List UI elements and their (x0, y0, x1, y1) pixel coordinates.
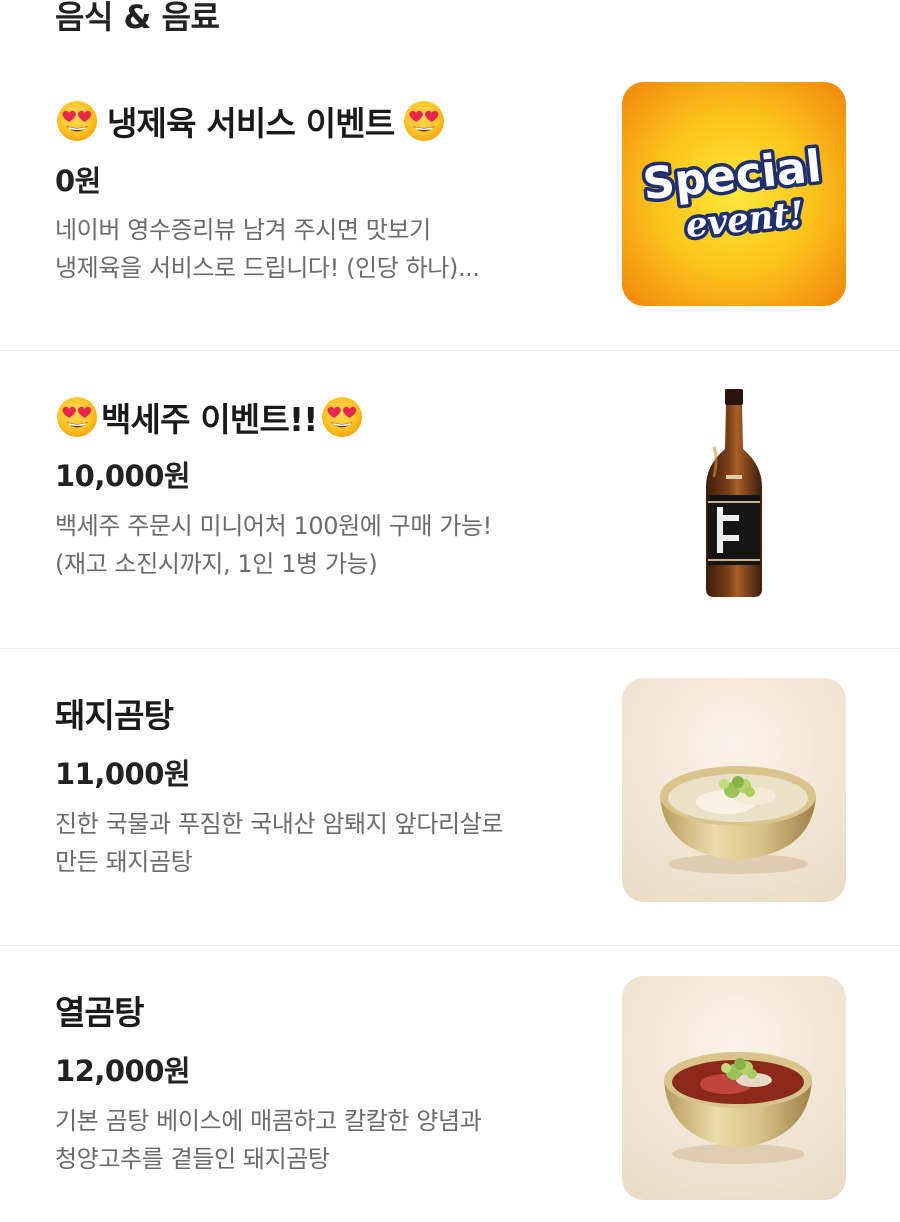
item-name: 냉제육 서비스 이벤트 (107, 104, 395, 143)
item-description: 기본 곰탕 베이스에 매콤하고 칼칼한 양념과 청양고추를 곁들인 돼지곰탕 (55, 1102, 575, 1178)
item-name: 돼지곰탕 (55, 696, 174, 735)
item-description-line: 냉제육을 서비스로 드립니다! (인당 하나)... (55, 254, 480, 282)
menu-page: 음식 & 음료 냉제육 서비스 이벤트 0원 네이버 영수증리뷰 남겨 주시면 … (0, 0, 900, 1222)
heart-eyes-emoji-icon (55, 99, 99, 143)
heart-eyes-emoji-icon (402, 99, 446, 143)
menu-item[interactable]: 냉제육 서비스 이벤트 0원 네이버 영수증리뷰 남겨 주시면 맛보기 냉제육을… (0, 54, 900, 351)
item-description-line: 청양고추를 곁들인 돼지곰탕 (55, 1145, 330, 1173)
item-price: 10,000원 (55, 459, 191, 493)
liquor-bottle-image (622, 387, 846, 611)
item-description-line: 백세주 주문시 미니어처 100원에 구매 가능! (55, 512, 492, 540)
item-description-line: 진한 국물과 푸짐한 국내산 암퇘지 앞다리살로 (55, 810, 504, 838)
item-description-line: 기본 곰탕 베이스에 매콤하고 칼칼한 양념과 (55, 1107, 482, 1135)
pork-soup-bowl-image (622, 678, 846, 902)
item-name: 열곰탕 (55, 993, 144, 1032)
item-description: 백세주 주문시 미니어처 100원에 구매 가능! (재고 소진시까지, 1인 … (55, 507, 575, 583)
heart-eyes-emoji-icon (320, 395, 364, 439)
spicy-soup-bowl-image (622, 976, 846, 1200)
item-description-line: (재고 소진시까지, 1인 1병 가능) (55, 550, 378, 578)
special-event-image: Special Special event! event! (622, 82, 846, 306)
item-description: 네이버 영수증리뷰 남겨 주시면 맛보기 냉제육을 서비스로 드립니다! (인당… (55, 211, 575, 287)
menu-item[interactable]: 열곰탕 12,000원 기본 곰탕 베이스에 매콤하고 칼칼한 양념과 청양고추… (0, 946, 900, 1222)
item-name-row: 백세주 이벤트!! (55, 393, 364, 441)
item-description-line: 네이버 영수증리뷰 남겨 주시면 맛보기 (55, 216, 431, 244)
item-description: 진한 국물과 푸짐한 국내산 암퇘지 앞다리살로 만든 돼지곰탕 (55, 805, 575, 881)
menu-item[interactable]: 백세주 이벤트!! 10,000원 백세주 주문시 미니어처 100원에 구매 … (0, 351, 900, 649)
item-price: 11,000원 (55, 757, 191, 791)
item-name-row: 냉제육 서비스 이벤트 (55, 97, 446, 145)
item-description-line: 만든 돼지곰탕 (55, 848, 193, 876)
section-title: 음식 & 음료 (55, 0, 220, 36)
item-name: 백세주 이벤트!! (101, 400, 318, 439)
menu-item[interactable]: 돼지곰탕 11,000원 진한 국물과 푸짐한 국내산 암퇘지 앞다리살로 만든… (0, 649, 900, 946)
heart-eyes-emoji-icon (55, 395, 99, 439)
item-price: 12,000원 (55, 1054, 191, 1088)
item-price: 0원 (55, 164, 101, 198)
